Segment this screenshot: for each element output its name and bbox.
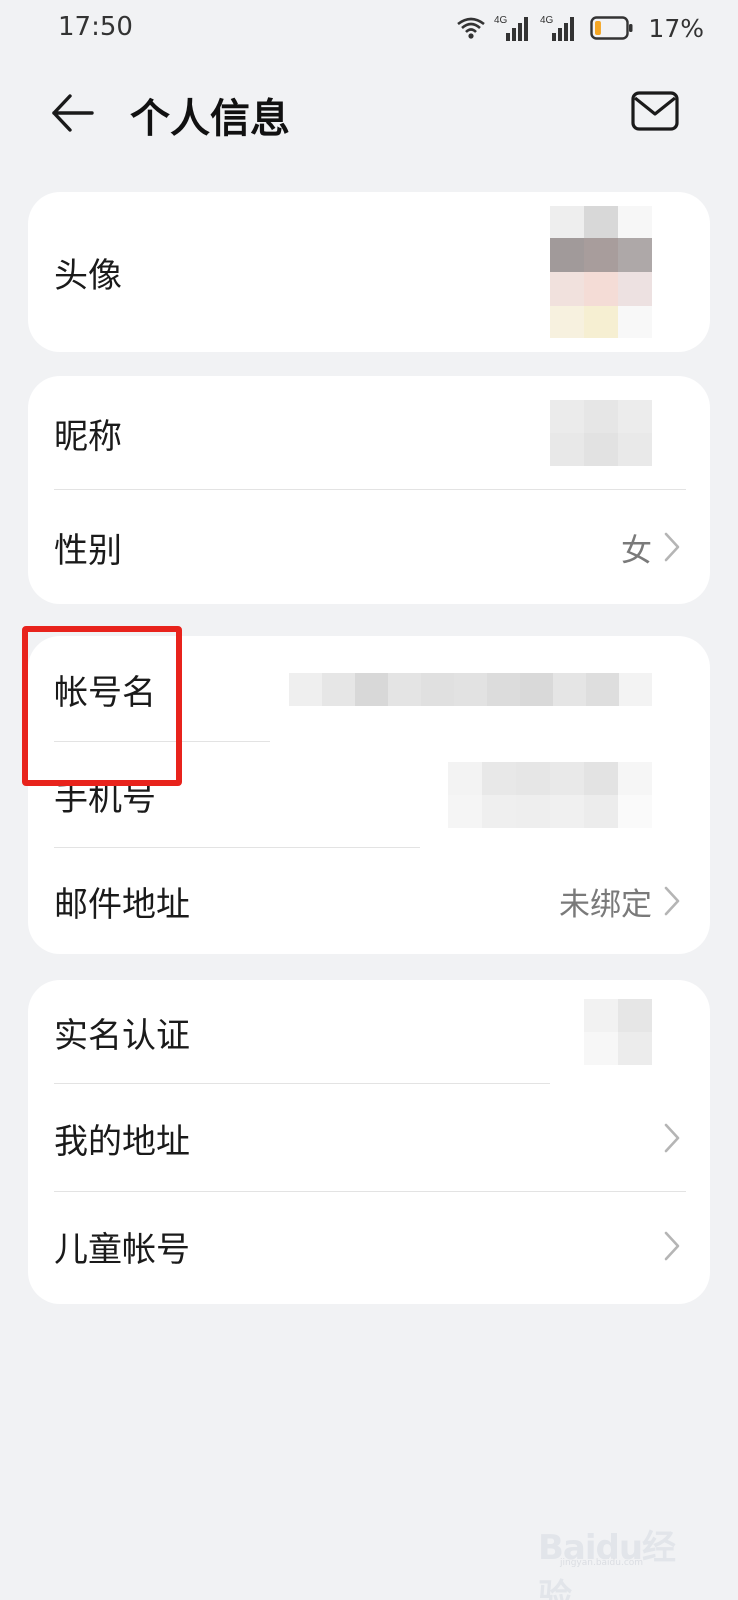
row-right-email: 未绑定 bbox=[559, 879, 682, 924]
screen: 17:50 4G 4G 17% 个人信息 头像 昵称 性别 女 帐号名 手机号 … bbox=[0, 0, 738, 1600]
row-child-account[interactable]: 儿童帐号 bbox=[28, 1192, 710, 1300]
watermark-sub: jingyan.baidu.com bbox=[560, 1558, 644, 1568]
account-card: 帐号名 手机号 邮件地址 未绑定 bbox=[28, 636, 710, 954]
row-real-name[interactable]: 实名认证 bbox=[28, 980, 710, 1084]
profile-card: 昵称 性别 女 bbox=[28, 376, 710, 604]
email-value: 未绑定 bbox=[559, 886, 652, 923]
status-bar: 17:50 4G 4G 17% bbox=[0, 0, 738, 60]
row-label-avatar: 头像 bbox=[54, 255, 122, 296]
phone-value bbox=[448, 762, 652, 828]
row-avatar[interactable]: 头像 bbox=[28, 192, 710, 352]
more-card: 实名认证 我的地址 儿童帐号 bbox=[28, 980, 710, 1304]
row-right-child-account bbox=[662, 1229, 682, 1263]
watermark: Baidu经验 jingyan.baidu.com bbox=[538, 1514, 698, 1600]
row-right-gender: 女 bbox=[621, 525, 682, 570]
back-arrow-icon[interactable] bbox=[48, 88, 98, 138]
row-phone[interactable]: 手机号 bbox=[28, 742, 710, 848]
real-name-value bbox=[584, 999, 652, 1065]
real-name-mosaic bbox=[584, 999, 652, 1065]
gender-value: 女 bbox=[621, 532, 652, 569]
avatar-mosaic bbox=[550, 206, 652, 338]
row-label-nickname: 昵称 bbox=[54, 416, 122, 457]
row-label-gender: 性别 bbox=[54, 530, 122, 571]
chevron-right-icon bbox=[664, 1231, 680, 1261]
network-label-2: 4G bbox=[540, 15, 554, 26]
row-label-email: 邮件地址 bbox=[54, 884, 190, 925]
battery-icon bbox=[590, 16, 633, 40]
status-icons: 4G 4G 17% bbox=[456, 10, 704, 46]
row-label-account-name: 帐号名 bbox=[54, 672, 156, 713]
avatar-card: 头像 bbox=[28, 192, 710, 352]
nickname-mosaic bbox=[550, 400, 652, 466]
page-title: 个人信息 bbox=[130, 96, 290, 142]
chevron-right-icon bbox=[664, 886, 680, 916]
row-right-my-address bbox=[662, 1121, 682, 1155]
account-name-mosaic bbox=[289, 672, 652, 706]
row-label-my-address: 我的地址 bbox=[54, 1121, 190, 1162]
signal-icon-2: 4G bbox=[540, 15, 575, 41]
status-time: 17:50 bbox=[58, 12, 133, 42]
chevron-right-icon bbox=[664, 532, 680, 562]
row-label-phone: 手机号 bbox=[54, 778, 156, 819]
battery-percent: 17% bbox=[648, 13, 704, 43]
row-nickname[interactable]: 昵称 bbox=[28, 376, 710, 490]
phone-mosaic bbox=[448, 762, 652, 828]
account-name-value bbox=[289, 672, 652, 706]
nickname-value bbox=[550, 400, 652, 466]
row-my-address[interactable]: 我的地址 bbox=[28, 1084, 710, 1192]
header: 个人信息 bbox=[0, 70, 738, 160]
row-email[interactable]: 邮件地址 未绑定 bbox=[28, 848, 710, 954]
network-label-1: 4G bbox=[494, 15, 508, 26]
row-gender[interactable]: 性别 女 bbox=[28, 490, 710, 604]
row-label-real-name: 实名认证 bbox=[54, 1015, 190, 1056]
row-label-child-account: 儿童帐号 bbox=[54, 1229, 190, 1270]
row-account-name[interactable]: 帐号名 bbox=[28, 636, 710, 742]
wifi-icon bbox=[457, 17, 486, 39]
mail-icon[interactable] bbox=[630, 90, 680, 134]
chevron-right-icon bbox=[664, 1123, 680, 1153]
avatar-image[interactable] bbox=[550, 206, 652, 338]
signal-icon: 4G bbox=[494, 15, 529, 41]
